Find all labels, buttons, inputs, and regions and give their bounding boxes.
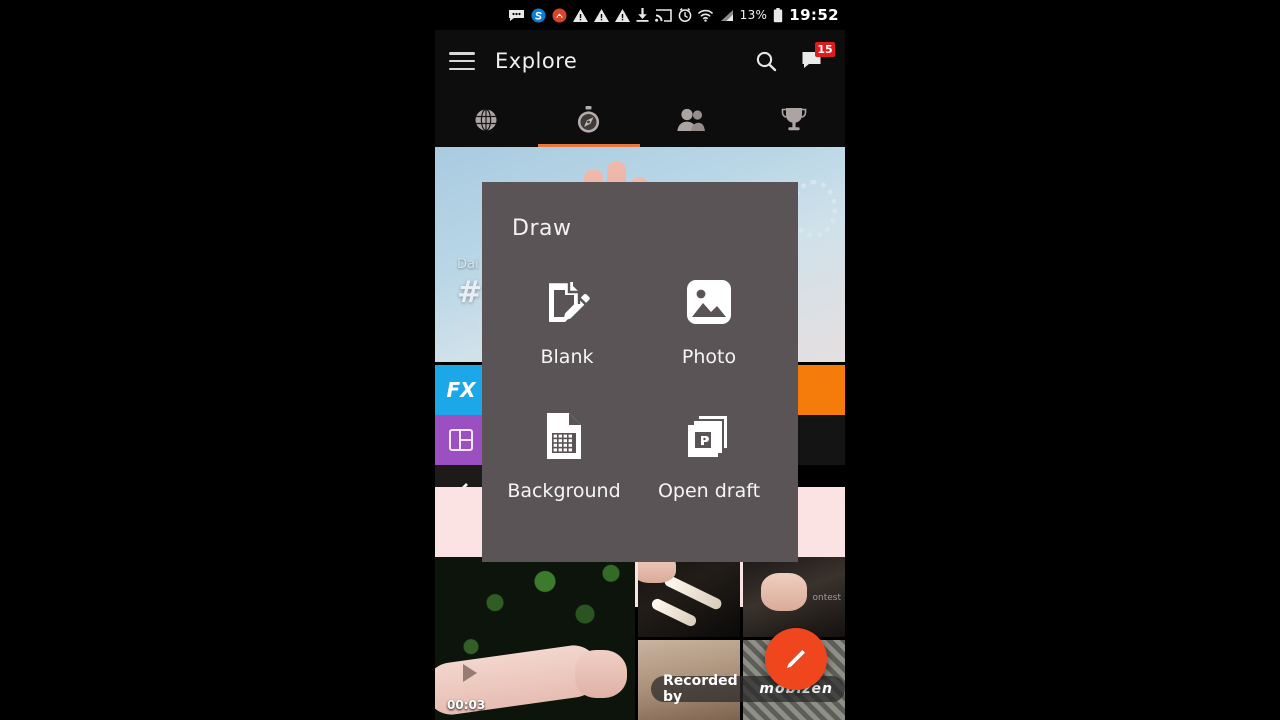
phone-viewport: 13% 19:52 Explore 15 Dai # @d FX 00:03 o… [435,0,845,720]
document-pencil-icon [541,274,593,330]
status-clock: 19:52 [789,6,839,24]
search-button[interactable] [749,44,783,78]
tool-fx[interactable]: FX [435,365,487,415]
dialog-option-photo-label: Photo [681,346,737,368]
dialog-option-blank-label: Blank [540,346,594,368]
dialog-option-background-label: Background [507,480,621,502]
status-bar: 13% 19:52 [435,0,845,30]
hamburger-menu-icon[interactable] [449,52,475,70]
alarm-icon [678,8,692,22]
create-fab-button[interactable] [765,628,827,690]
page-title: Explore [495,49,578,73]
signal-icon [719,9,734,22]
tab-contests[interactable] [743,92,846,147]
app-bar: Explore 15 [435,30,845,92]
tab-explore[interactable] [538,92,641,147]
dialog-option-blank[interactable]: Blank [497,274,637,368]
draw-dialog: Draw Blank Photo Background Open draft [482,182,798,562]
tool-collage[interactable] [435,415,487,465]
skype-icon [531,8,546,23]
battery-icon [773,7,783,23]
battery-percent-text: 13% [739,8,768,22]
grid-overlay-text: ontest [812,593,842,603]
grid-paper-icon [541,408,587,464]
image-icon [685,274,733,330]
tab-people[interactable] [640,92,743,147]
download-icon [636,8,649,22]
tattoo-mark [463,664,477,682]
wifi-icon [697,9,713,22]
people-icon [677,108,706,131]
screen-root: 13% 19:52 Explore 15 Dai # @d FX 00:03 o… [0,0,1280,720]
globe-icon [475,108,497,131]
grid-photo-1[interactable] [638,557,740,637]
messages-dots-icon [508,9,525,22]
tool-fx-label: FX [446,378,476,402]
hero-caption: Dai [457,257,479,272]
messages-badge: 15 [815,42,835,57]
fist-illustration [575,650,627,698]
light-streak [650,597,698,628]
stacked-documents-icon [684,408,734,464]
grid-photo-2[interactable]: ontest [743,557,845,637]
cast-icon [654,8,672,22]
dialog-option-open-draft-label: Open draft [657,480,761,502]
grid-row-top: ontest [638,557,845,637]
watermark-prefix: Recorded by [663,673,738,705]
tab-globe[interactable] [435,92,538,147]
tool-dark[interactable] [793,415,845,465]
dialog-option-photo[interactable]: Photo [639,274,779,368]
app-orange-icon [552,8,567,23]
warning-icon [593,8,609,22]
warning-icon [572,8,588,22]
hero-username: @d [457,317,477,331]
tool-orange[interactable] [793,365,845,415]
dialog-option-open-draft[interactable]: Open draft [639,408,779,502]
warning-icon [614,8,630,22]
pencil-icon [787,650,805,668]
collage-icon [449,429,473,451]
hero-hashtag: # [457,275,483,310]
tab-bar [435,92,845,147]
hand-shape [761,573,807,611]
video-timer: 00:03 [447,698,486,712]
search-icon [756,51,777,72]
dialog-title: Draw [512,216,572,241]
trophy-icon [781,108,807,131]
dialog-option-background[interactable]: Background [494,408,634,502]
compass-icon [578,105,600,133]
grid-photo-large[interactable]: 00:03 [435,557,635,720]
messages-button[interactable]: 15 [797,42,835,78]
